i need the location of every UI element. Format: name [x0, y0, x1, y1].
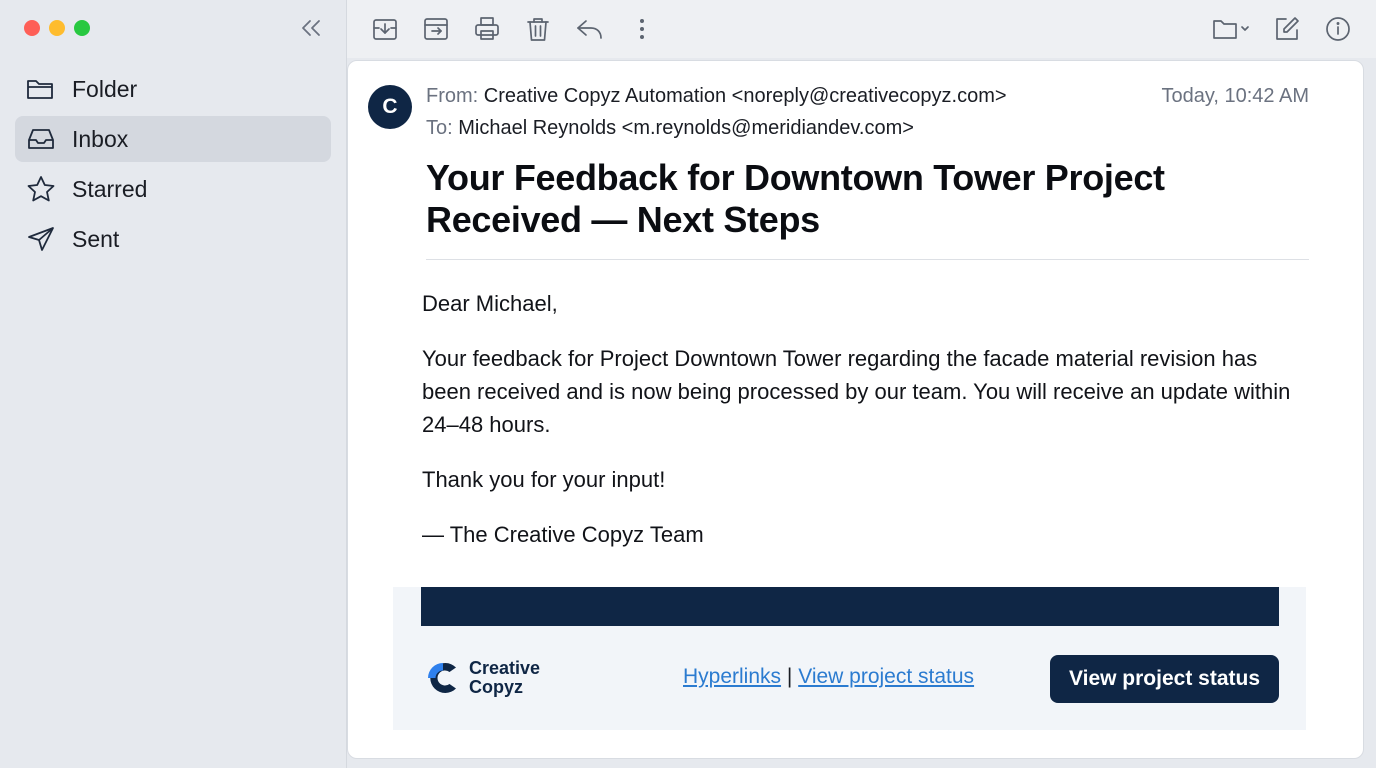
signature: — The Creative Copyz Team	[422, 522, 704, 547]
compose-button[interactable]	[1272, 14, 1302, 44]
from-line: From: Creative Copyz Automation <noreply…	[426, 85, 1007, 108]
to-line: To: Michael Reynolds <m.reynolds@meridia…	[426, 117, 914, 140]
body-paragraph: Your feedback for Project Downtown Tower…	[422, 346, 1291, 437]
sidebar: Folder Inbox Starred Sent	[0, 0, 347, 768]
delete-button[interactable]	[523, 14, 553, 44]
sidebar-nav: Folder Inbox Starred Sent	[15, 66, 331, 266]
from-label: From:	[426, 85, 479, 107]
move-to-inbox-button[interactable]	[370, 14, 400, 44]
sidebar-item-label: Inbox	[72, 125, 129, 152]
toolbar	[347, 0, 1376, 58]
chevrons-left-icon	[302, 20, 320, 36]
sidebar-item-sent[interactable]: Sent	[15, 216, 331, 262]
to-label: To:	[426, 117, 453, 139]
link-separator: |	[786, 665, 793, 688]
reply-icon	[577, 20, 602, 39]
info-button[interactable]	[1323, 14, 1353, 44]
folder-icon	[26, 74, 56, 104]
inbox-icon	[26, 124, 56, 154]
more-vertical-icon	[640, 19, 644, 39]
sidebar-item-label: Sent	[72, 225, 120, 252]
folder-dropdown-icon	[1213, 20, 1249, 39]
close-window-button[interactable]	[24, 20, 40, 36]
to-value[interactable]: Michael Reynolds <m.reynolds@meridiandev…	[458, 117, 914, 139]
email-date: Today, 10:42 AM	[1161, 85, 1310, 107]
print-button[interactable]	[472, 14, 502, 44]
compose-icon	[1276, 17, 1299, 40]
print-icon	[475, 17, 499, 40]
star-icon	[26, 174, 56, 204]
email-body: Dear Michael, Your feedback for Project …	[422, 287, 1302, 573]
archive-box-icon	[424, 18, 448, 40]
window-controls	[24, 20, 90, 36]
move-to-folder-button[interactable]	[1211, 14, 1253, 44]
zoom-window-button[interactable]	[74, 20, 90, 36]
email-footer: Creative Copyz Hyperlinks | View project…	[393, 587, 1306, 730]
info-icon	[1326, 17, 1350, 41]
reply-button[interactable]	[575, 14, 605, 44]
thanks-line: Thank you for your input!	[422, 467, 666, 492]
archive-button[interactable]	[421, 14, 451, 44]
minimize-window-button[interactable]	[49, 20, 65, 36]
sidebar-item-inbox[interactable]: Inbox	[15, 116, 331, 162]
send-icon	[26, 224, 56, 254]
logo-text: Creative Copyz	[469, 659, 540, 697]
email-viewer: C From: Creative Copyz Automation <norep…	[347, 60, 1364, 759]
header-divider	[426, 259, 1309, 260]
sidebar-item-starred[interactable]: Starred	[15, 166, 331, 212]
sidebar-item-label: Folder	[72, 75, 138, 102]
sidebar-item-label: Starred	[72, 175, 148, 202]
more-options-button[interactable]	[627, 14, 657, 44]
sidebar-item-folder[interactable]: Folder	[15, 66, 331, 112]
footer-banner	[421, 587, 1279, 626]
greeting: Dear Michael,	[422, 291, 558, 316]
view-project-status-link[interactable]: View project status	[798, 665, 974, 688]
sender-avatar: C	[368, 85, 412, 129]
trash-icon	[527, 18, 549, 41]
email-subject: Your Feedback for Downtown Tower Project…	[426, 157, 1165, 240]
collapse-sidebar-button[interactable]	[298, 16, 324, 40]
logo-line-1: Creative	[469, 658, 541, 678]
logo-line-2: Copyz	[469, 677, 523, 697]
footer-links: Hyperlinks | View project status	[683, 665, 974, 689]
hyperlinks-link[interactable]: Hyperlinks	[683, 665, 781, 688]
view-project-status-button[interactable]: View project status	[1050, 655, 1279, 703]
from-value[interactable]: Creative Copyz Automation <noreply@creat…	[484, 85, 1007, 107]
creative-copyz-logo: Creative Copyz	[425, 659, 540, 697]
archive-download-icon	[373, 19, 397, 40]
creative-copyz-logo-icon	[428, 663, 456, 693]
